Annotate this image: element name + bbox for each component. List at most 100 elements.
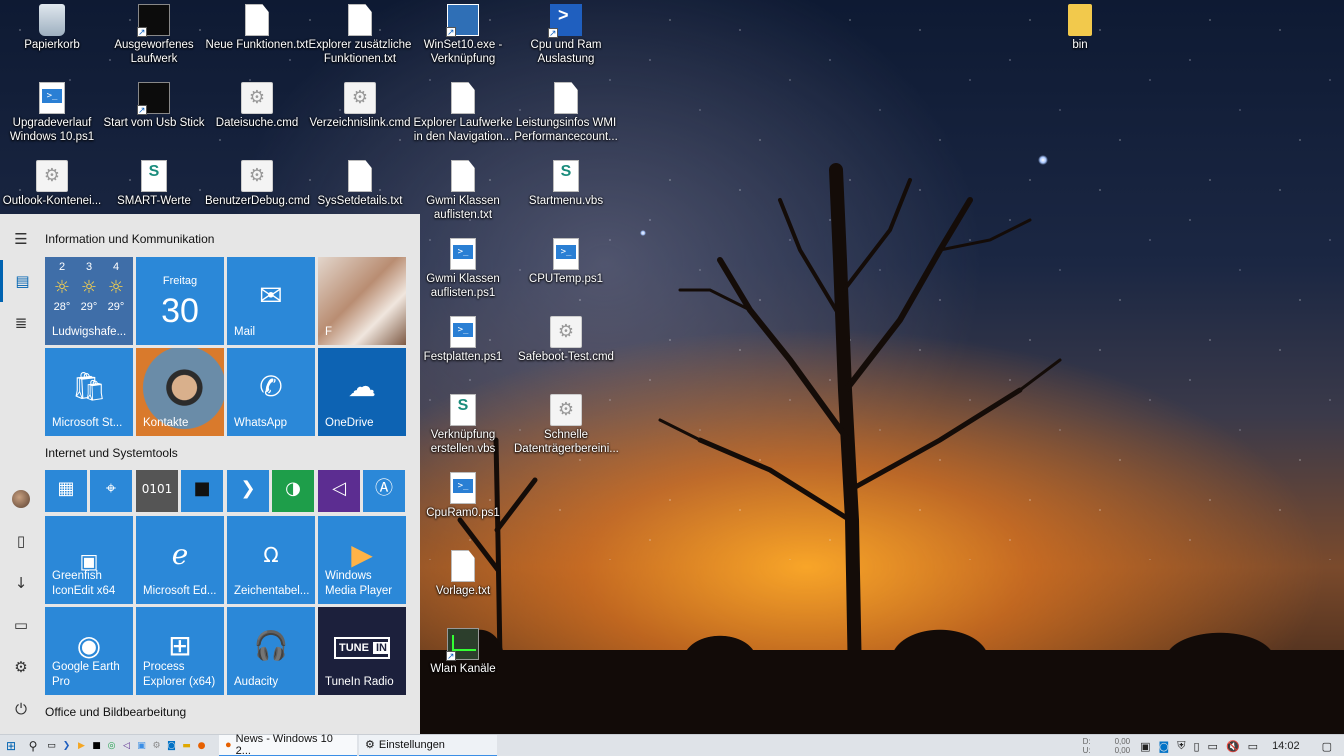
tile-whatsapp[interactable]: ✆ WhatsApp bbox=[227, 348, 315, 436]
firefox-taskbar-icon[interactable]: ● bbox=[194, 738, 209, 753]
action-center-icon[interactable]: ▢ bbox=[1310, 740, 1344, 753]
tile-photos[interactable]: F bbox=[318, 257, 406, 345]
media-player-taskbar-icon[interactable]: ▶ bbox=[74, 738, 89, 753]
explorer-taskbar-icon[interactable]: ▬ bbox=[179, 738, 194, 753]
tile-mail[interactable]: ✉ Mail bbox=[227, 257, 315, 345]
clock[interactable]: 14:02 bbox=[1262, 740, 1310, 752]
taskbar-task-firefox[interactable]: ● News - Windows 10 2... bbox=[219, 733, 357, 756]
greenfish-taskbar-icon[interactable]: ▣ bbox=[134, 738, 149, 753]
desktop-icon[interactable]: Outlook-Kontenei... bbox=[0, 160, 104, 208]
tile-calendar[interactable]: Freitag 30 bbox=[136, 257, 224, 345]
desktop-icon[interactable]: Dateisuche.cmd bbox=[205, 82, 309, 130]
videos-icon[interactable]: ▭ bbox=[0, 604, 42, 646]
powershell-taskbar-icon[interactable]: ❯ bbox=[59, 738, 74, 753]
tile-powershell[interactable]: ❯ bbox=[227, 470, 269, 512]
desktop-icon[interactable]: Papierkorb bbox=[0, 4, 104, 52]
desktop-icon-label: Startmenu.vbs bbox=[528, 195, 604, 207]
hamburger-icon[interactable]: ☰ bbox=[0, 218, 42, 260]
tile-google-earth[interactable]: ◉ Google Earth Pro bbox=[45, 607, 133, 695]
usb-tray-icon[interactable]: ▯ bbox=[1189, 740, 1203, 753]
defender-shield-icon[interactable]: ⛨ bbox=[1173, 739, 1189, 753]
documents-icon[interactable]: ▯ bbox=[0, 520, 42, 562]
desktop-icon[interactable]: CpuRam0.ps1 bbox=[411, 472, 515, 520]
desktop-icon[interactable]: Vorlage.txt bbox=[411, 550, 515, 598]
desktop-icon[interactable]: BenutzerDebug.cmd bbox=[205, 160, 310, 208]
tile-store[interactable]: 🛍 Microsoft St... bbox=[45, 348, 133, 436]
desktop-icon[interactable]: Neue Funktionen.txt bbox=[205, 4, 309, 52]
tile-greenfish[interactable]: ▣ Greenfish IconEdit x64 bbox=[45, 516, 133, 604]
tile-edge[interactable]: ℯ Microsoft Ed... bbox=[136, 516, 224, 604]
tile-process-explorer[interactable]: ⊞ Process Explorer (x64) bbox=[136, 607, 224, 695]
desktop-icon[interactable]: Startmenu.vbs bbox=[514, 160, 618, 208]
tile-wmp[interactable]: ▶ Windows Media Player bbox=[318, 516, 406, 604]
tile-contacts[interactable]: Kontakte bbox=[136, 348, 224, 436]
outlook-taskbar-icon[interactable]: ◙ bbox=[164, 738, 179, 753]
doc-file-icon bbox=[245, 4, 269, 36]
desktop-icon[interactable]: Cpu und Ram Auslastung bbox=[514, 4, 618, 66]
desktop-icon[interactable]: SMART-Werte bbox=[102, 160, 206, 208]
user-avatar[interactable] bbox=[0, 478, 42, 520]
outlook-tray-icon[interactable]: ◙ bbox=[1155, 740, 1174, 753]
group-title-internet[interactable]: Internet und Systemtools bbox=[45, 446, 178, 460]
terminal-icon: ■ bbox=[193, 478, 211, 499]
tile-onedrive[interactable]: ☁ OneDrive bbox=[318, 348, 406, 436]
desktop-icon[interactable]: Leistungsinfos WMI Performancecount... bbox=[514, 82, 618, 144]
gear-icon: ⚙ bbox=[365, 739, 375, 751]
tile-binary-app[interactable]: 0101 bbox=[136, 470, 178, 512]
desktop-icon[interactable]: WinSet10.exe - Verknüpfung bbox=[411, 4, 515, 66]
tile-maps[interactable]: ⌖ bbox=[90, 470, 132, 512]
group-title-info[interactable]: Information und Kommunikation bbox=[45, 232, 214, 246]
desktop-icon[interactable]: Upgradeverlauf Windows 10.ps1 bbox=[0, 82, 104, 144]
tile-weather[interactable]: 2 3 4 ☼ ☼ ☼ 28° 29° 29° Ludwigshafe... bbox=[45, 257, 133, 345]
desktop-icon[interactable]: SysSetdetails.txt bbox=[308, 160, 412, 208]
tiles-view-icon[interactable]: ▤ bbox=[0, 260, 42, 302]
ps-file-icon bbox=[553, 238, 579, 270]
task-view-icon[interactable]: ▭ bbox=[44, 738, 59, 753]
tile-charmap[interactable]: Ω Zeichentabel... bbox=[227, 516, 315, 604]
desktop-icon-label: Verzeichnislink.cmd bbox=[309, 117, 411, 129]
desktop-icon[interactable]: Verzeichnislink.cmd bbox=[308, 82, 412, 130]
keyboard-tray-icon[interactable]: ▭ bbox=[1244, 740, 1262, 753]
desktop-icon[interactable]: Ausgeworfenes Laufwerk bbox=[102, 4, 206, 66]
desktop-icon[interactable]: Schnelle Datenträgerbereini... bbox=[514, 394, 619, 456]
app-taskbar-icon[interactable]: ⚙ bbox=[149, 738, 164, 753]
desktop-icon[interactable]: Start vom Usb Stick bbox=[102, 82, 206, 130]
desktop-icon[interactable]: CPUTemp.ps1 bbox=[514, 238, 618, 286]
settings-gear-icon[interactable]: ⚙ bbox=[0, 646, 42, 688]
screenshot-tray-icon[interactable]: ▣ bbox=[1136, 740, 1154, 753]
desktop-icon[interactable]: Explorer zusätzliche Funktionen.txt bbox=[308, 4, 412, 66]
all-apps-icon[interactable]: ≣ bbox=[0, 302, 42, 344]
network-icon[interactable]: ▭ bbox=[1204, 740, 1222, 753]
tile-green-app[interactable]: ◑ bbox=[272, 470, 314, 512]
tile-audacity[interactable]: 🎧 Audacity bbox=[227, 607, 315, 695]
upload-label: U: bbox=[1082, 746, 1091, 755]
desktop-icon[interactable]: Wlan Kanäle bbox=[411, 628, 515, 676]
cmd-taskbar-icon[interactable]: ■ bbox=[89, 738, 104, 753]
tile-text-app[interactable]: Ⓐ bbox=[363, 470, 405, 512]
power-icon[interactable]: ⏻ bbox=[0, 688, 42, 730]
desktop-icon[interactable]: bin bbox=[1028, 4, 1132, 52]
windows-start-icon[interactable]: ⊞ bbox=[0, 735, 22, 756]
desktop-icon[interactable]: Safeboot-Test.cmd bbox=[514, 316, 618, 364]
tile-tunein[interactable]: TUNE IN TuneIn Radio bbox=[318, 607, 406, 695]
desktop-icon[interactable]: Festplatten.ps1 bbox=[411, 316, 515, 364]
desktop-icon[interactable]: Explorer Laufwerke in den Navigation... bbox=[411, 82, 515, 144]
network-taskbar-icon[interactable]: ◎ bbox=[104, 738, 119, 753]
tile-visual-studio[interactable]: ◁ bbox=[318, 470, 360, 512]
desktop-icon-label: Outlook-Kontenei... bbox=[2, 195, 102, 207]
volume-muted-icon[interactable]: 🔇 bbox=[1222, 740, 1244, 753]
visual-studio-taskbar-icon[interactable]: ◁ bbox=[119, 738, 134, 753]
tile-cmd[interactable]: ■ bbox=[181, 470, 223, 512]
downloads-icon[interactable]: ↓ bbox=[0, 562, 42, 604]
network-meter[interactable]: D: U: 0,00 0,00 bbox=[1077, 737, 1137, 755]
desktop-icon[interactable]: Verknüpfung erstellen.vbs bbox=[411, 394, 515, 456]
weather-day: 4 bbox=[112, 261, 120, 273]
desktop-icon[interactable]: Gwmi Klassen auflisten.txt bbox=[411, 160, 515, 222]
gear-file-icon bbox=[550, 394, 582, 426]
tile-calculator[interactable]: ▦ bbox=[45, 470, 87, 512]
group-title-office[interactable]: Office und Bildbearbeitung bbox=[45, 705, 186, 719]
search-icon[interactable]: ⚲ bbox=[22, 735, 44, 756]
taskbar-task-settings[interactable]: ⚙ Einstellungen bbox=[359, 734, 497, 756]
start-menu: ☰ ▤ ≣ ▯ ↓ ▭ ⚙ ⏻ Information und Kommunik… bbox=[0, 214, 420, 734]
desktop-icon[interactable]: Gwmi Klassen auflisten.ps1 bbox=[411, 238, 515, 300]
